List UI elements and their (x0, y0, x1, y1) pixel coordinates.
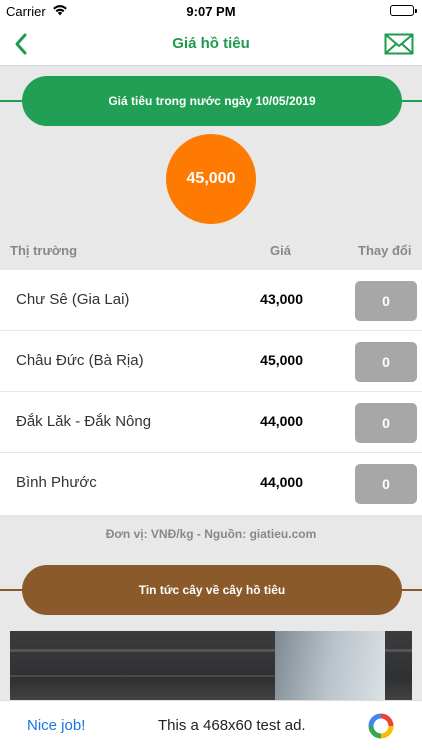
current-price-value: 45,000 (186, 170, 236, 187)
market-name: Đắk Lăk - Đắk Nông (16, 413, 152, 430)
domestic-price-banner-label: Giá tiêu trong nước ngày 10/05/2019 (108, 94, 316, 108)
table-row[interactable]: Bình Phước 44,000 0 (0, 453, 422, 514)
market-price: 44,000 (260, 474, 303, 490)
source-note: Đơn vị: VNĐ/kg - Nguồn: giatieu.com (105, 527, 317, 541)
market-price: 43,000 (260, 291, 303, 307)
price-table: Chư Sê (Gia Lai) 43,000 0 Châu Đức (Bà R… (0, 270, 422, 515)
clock: 9:07 PM (186, 4, 236, 19)
market-name: Châu Đức (Bà Rịa) (16, 352, 144, 369)
domestic-price-banner[interactable]: Giá tiêu trong nước ngày 10/05/2019 (22, 76, 402, 126)
market-price: 45,000 (260, 352, 303, 368)
current-price-badge: 45,000 (166, 134, 256, 224)
navigation-bar: Giá hồ tiêu (0, 22, 422, 66)
price-change-badge: 0 (355, 464, 417, 504)
price-change-badge: 0 (355, 281, 417, 321)
price-change-badge: 0 (355, 342, 417, 382)
ad-banner[interactable]: Nice job! This a 468x60 test ad. (0, 700, 422, 750)
news-thumbnail-image[interactable] (10, 631, 412, 711)
ad-nice-label: Nice job! (27, 717, 86, 734)
ad-text: This a 468x60 test ad. (158, 717, 306, 734)
price-change-badge: 0 (355, 403, 417, 443)
news-banner-label: Tin tức cây về cây hồ tiêu (138, 583, 286, 597)
header-change: Thay đổi (358, 243, 412, 258)
battery-icon (390, 5, 417, 16)
page-title: Giá hồ tiêu (172, 35, 250, 52)
news-banner[interactable]: Tin tức cây về cây hồ tiêu (22, 565, 402, 615)
status-bar: Carrier 9:07 PM (0, 0, 422, 22)
ad-logo-icon (368, 713, 394, 739)
market-name: Chư Sê (Gia Lai) (16, 291, 130, 308)
table-row[interactable]: Châu Đức (Bà Rịa) 45,000 0 (0, 331, 422, 392)
price-table-header: Thị trường Giá Thay đổi (0, 240, 422, 262)
table-row[interactable]: Chư Sê (Gia Lai) 43,000 0 (0, 270, 422, 331)
mail-icon[interactable] (384, 33, 414, 55)
market-price: 44,000 (260, 413, 303, 429)
header-market: Thị trường (10, 243, 78, 258)
header-price: Giá (270, 243, 291, 258)
table-row[interactable]: Đắk Lăk - Đắk Nông 44,000 0 (0, 392, 422, 453)
market-name: Bình Phước (16, 474, 97, 491)
